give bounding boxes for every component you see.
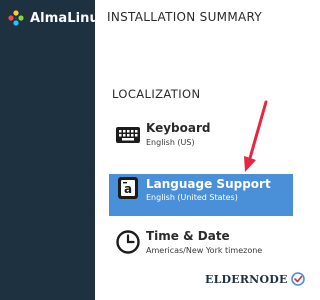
spoke-status: English (United States) (146, 193, 238, 202)
svg-text:a: a (124, 182, 132, 196)
spoke-language-support[interactable]: a Language Support English (United State… (109, 174, 293, 216)
spoke-title: Language Support (146, 177, 271, 191)
watermark-text: ELDERNODE (205, 272, 288, 286)
spoke-status: English (US) (146, 138, 195, 147)
clock-icon (116, 230, 140, 254)
almalinux-logo-icon (8, 10, 24, 26)
spoke-title: Keyboard (146, 121, 211, 135)
eldernode-logo-icon (290, 272, 305, 286)
language-icon: a (118, 177, 138, 199)
spoke-status: Americas/New York timezone (146, 246, 263, 255)
section-title-localization: LOCALIZATION (112, 87, 201, 101)
brand: AlmaLinux (8, 10, 107, 26)
sidebar: AlmaLinux (0, 0, 107, 300)
spoke-title: Time & Date (146, 229, 230, 243)
page-title: INSTALLATION SUMMARY (107, 10, 262, 24)
keyboard-icon (116, 127, 140, 143)
watermark: ELDERNODE (205, 272, 305, 286)
spoke-time-and-date[interactable]: Time & Date Americas/New York timezone (109, 226, 293, 266)
annotation-arrow-icon (244, 100, 268, 172)
